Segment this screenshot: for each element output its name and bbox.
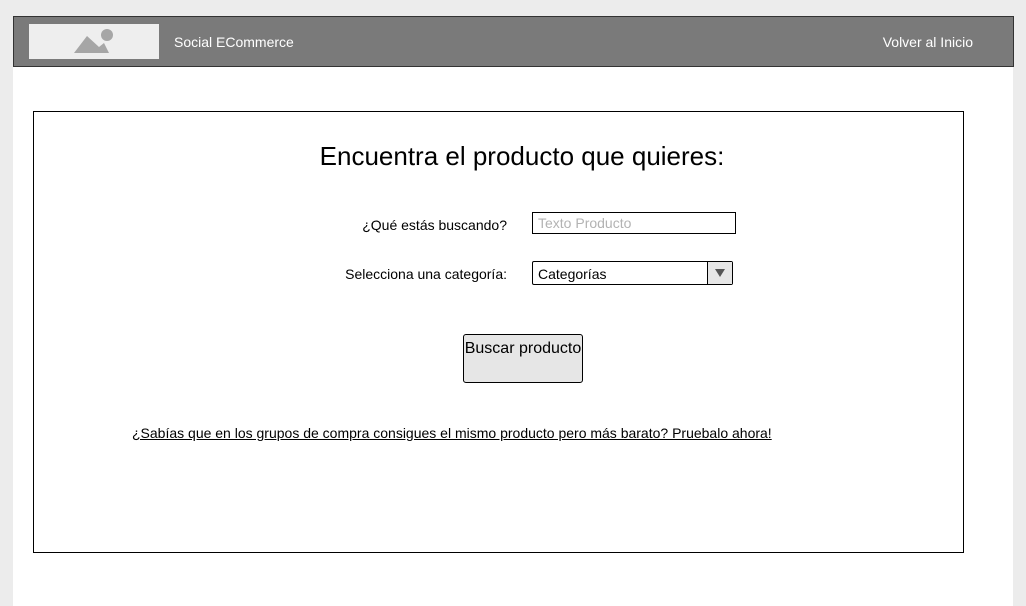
triangle-down-icon: [715, 269, 725, 277]
page: Social ECommerce Volver al Inicio Encuen…: [13, 16, 1014, 606]
group-buy-link[interactable]: ¿Sabías que en los grupos de compra cons…: [132, 425, 772, 441]
header-bar: Social ECommerce Volver al Inicio: [13, 16, 1014, 67]
home-link[interactable]: Volver al Inicio: [883, 34, 973, 50]
search-panel: Encuentra el producto que quieres: ¿Qué …: [33, 111, 964, 553]
search-input[interactable]: [532, 212, 736, 234]
image-placeholder-icon: [29, 24, 159, 59]
search-button-label: Buscar producto: [464, 340, 582, 357]
brand-name: Social ECommerce: [174, 34, 294, 50]
category-select-value: Categorías: [538, 266, 607, 282]
logo: [29, 24, 159, 59]
category-label: Selecciona una categoría:: [345, 266, 507, 282]
dropdown-button[interactable]: [707, 262, 732, 284]
search-button[interactable]: Buscar producto: [463, 334, 583, 383]
page-title: Encuentra el producto que quieres:: [319, 141, 725, 171]
search-label: ¿Qué estás buscando?: [362, 217, 507, 233]
category-select[interactable]: Categorías: [532, 261, 733, 285]
